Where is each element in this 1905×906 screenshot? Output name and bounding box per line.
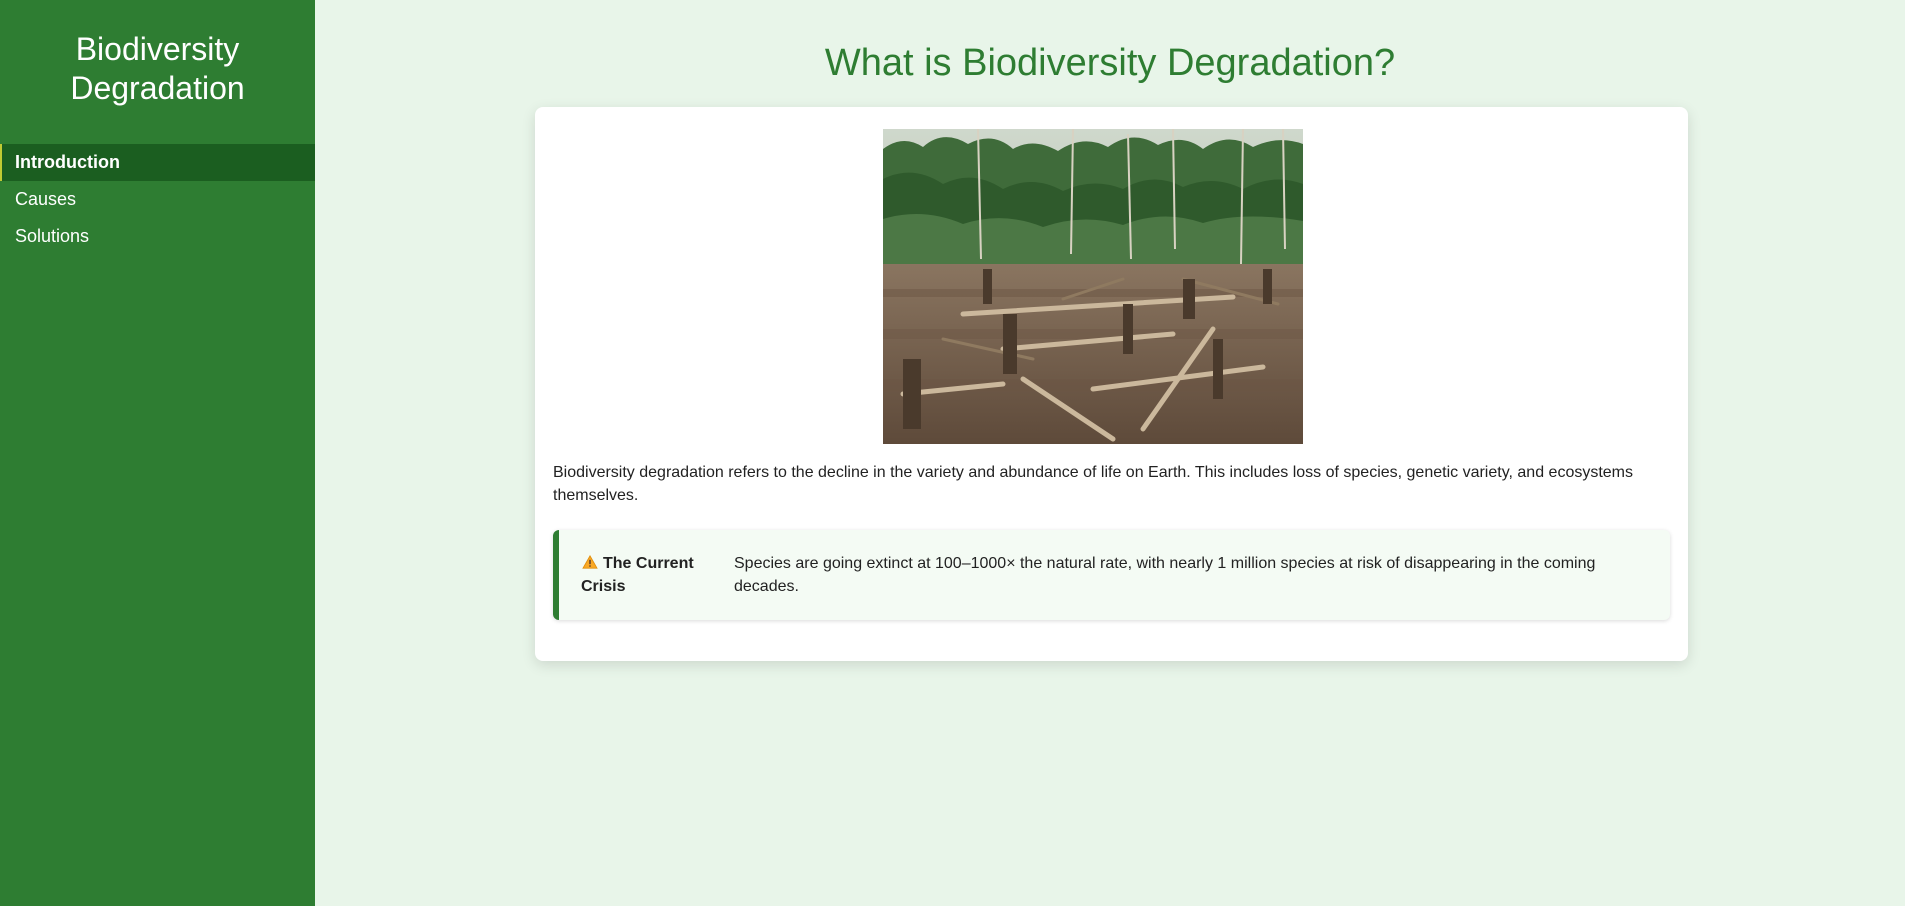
sidebar-item-solutions[interactable]: Solutions xyxy=(0,218,315,255)
sidebar: Biodiversity Degradation Introduction Ca… xyxy=(0,0,315,906)
sidebar-item-introduction[interactable]: Introduction xyxy=(0,144,315,181)
page-title: What is Biodiversity Degradation? xyxy=(824,42,1396,84)
crisis-callout: The Current Crisis Species are going ext… xyxy=(553,530,1670,620)
deforestation-photo xyxy=(883,129,1303,444)
crisis-label: The Current Crisis xyxy=(581,552,711,598)
main-content: What is Biodiversity Degradation? Biodiv… xyxy=(315,0,1905,906)
content-card: Biodiversity degradation refers to the d… xyxy=(535,107,1688,661)
warning-icon xyxy=(582,555,598,569)
sidebar-item-causes[interactable]: Causes xyxy=(0,181,315,218)
sidebar-nav: Introduction Causes Solutions xyxy=(0,144,315,255)
crisis-text: Species are going extinct at 100–1000× t… xyxy=(734,555,1596,595)
sidebar-title: Biodiversity Degradation xyxy=(70,31,245,106)
intro-paragraph: Biodiversity degradation refers to the d… xyxy=(553,464,1634,504)
